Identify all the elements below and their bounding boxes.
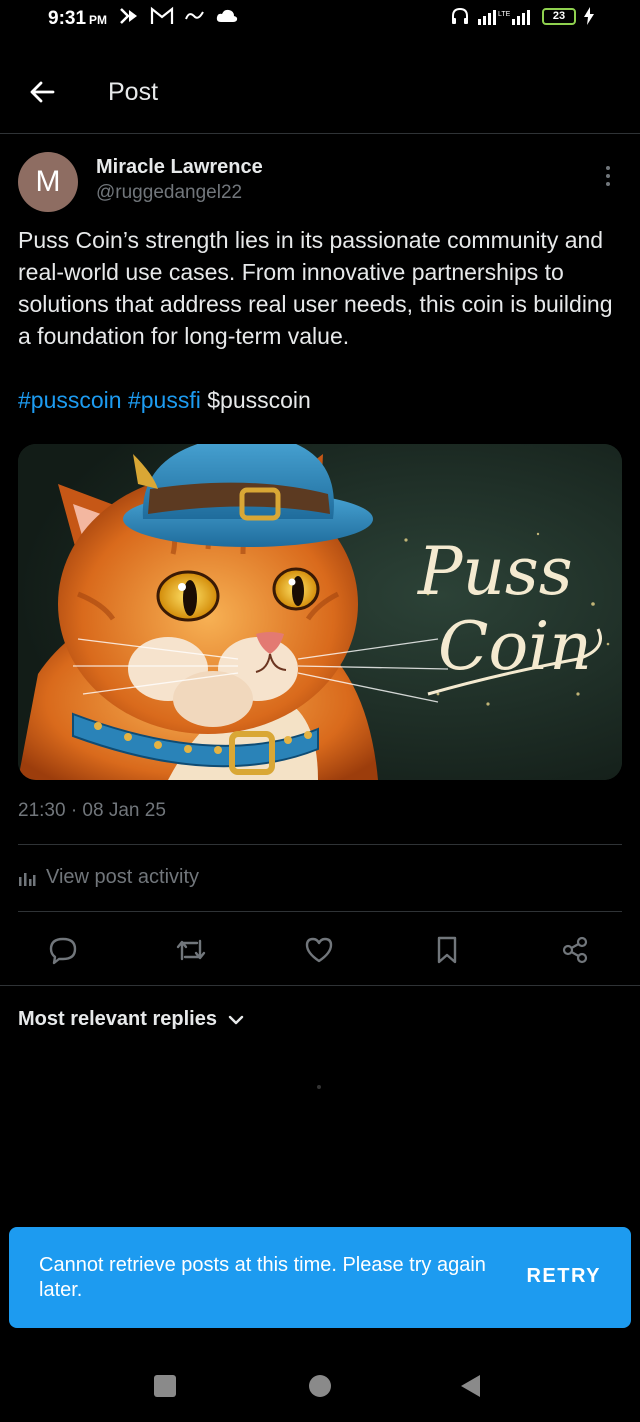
avatar[interactable]: M — [18, 152, 78, 212]
arrow-left-icon — [30, 81, 55, 103]
bar-chart-icon — [19, 872, 36, 886]
signal-icon: LTE — [478, 10, 530, 25]
status-time: 9:31 PM — [48, 8, 108, 29]
system-back-button[interactable] — [452, 1368, 488, 1404]
divider — [0, 985, 640, 986]
cashtag-link[interactable]: $pusscoin — [207, 387, 311, 413]
reply-icon — [49, 937, 77, 965]
author-name[interactable]: Miracle Lawrence — [96, 156, 263, 179]
more-options-button[interactable] — [600, 164, 616, 188]
circle-icon — [309, 1375, 331, 1397]
loading-indicator — [317, 1085, 321, 1089]
headphones-icon — [452, 7, 468, 24]
battery-indicator: 23 — [542, 7, 576, 25]
hashtag-link[interactable]: #pusscoin — [18, 387, 122, 413]
post-timestamp: 21:30 · 08 Jan 25 — [18, 800, 166, 821]
image-logo-line1: Puss — [417, 533, 573, 610]
charging-icon — [584, 7, 594, 25]
repost-button[interactable] — [169, 928, 213, 972]
divider — [18, 911, 622, 912]
share-button[interactable] — [553, 928, 597, 972]
replies-sort-label: Most relevant replies — [18, 1008, 217, 1030]
puss-coin-illustration: Puss Coin — [18, 444, 622, 780]
notification-icons — [118, 6, 238, 26]
divider — [18, 844, 622, 845]
cloud-icon — [216, 9, 238, 22]
repost-icon — [176, 939, 206, 961]
svg-text:LTE: LTE — [498, 11, 511, 18]
back-button[interactable] — [24, 74, 60, 110]
system-navigation-bar — [0, 1350, 640, 1422]
view-post-activity[interactable]: View post activity — [18, 866, 199, 889]
share-icon — [562, 936, 588, 964]
post-text: Puss Coin’s strength lies in its passion… — [18, 227, 613, 349]
author-handle[interactable]: @ruggedangel22 — [96, 182, 242, 204]
post-tags: #pusscoin #pussfi $pusscoin — [18, 384, 311, 416]
hashtag-link[interactable]: #pussfi — [128, 387, 201, 413]
reply-button[interactable] — [41, 928, 85, 972]
recents-button[interactable] — [147, 1368, 183, 1404]
gmail-icon — [150, 6, 174, 24]
bookmark-icon — [437, 936, 457, 964]
more-dots-icon — [606, 166, 610, 170]
bookmark-button[interactable] — [425, 928, 469, 972]
post-author: M Miracle Lawrence @ruggedangel22 — [18, 150, 622, 214]
system-icons: LTE 23 — [450, 6, 594, 26]
app-notification-icon — [120, 8, 137, 24]
chevron-down-icon — [228, 1015, 244, 1024]
replies-sort-dropdown[interactable]: Most relevant replies — [18, 1008, 245, 1031]
snackbar-message: Cannot retrieve posts at this time. Plea… — [39, 1254, 486, 1301]
activity-label: View post activity — [46, 866, 200, 888]
post-image[interactable]: Puss Coin — [18, 444, 622, 780]
status-bar: 9:31 PM LTE 23 — [0, 0, 640, 36]
square-icon — [154, 1375, 176, 1397]
heart-icon — [305, 937, 333, 963]
top-app-bar: Post — [0, 56, 640, 134]
error-snackbar: Cannot retrieve posts at this time. Plea… — [9, 1227, 631, 1328]
retry-button[interactable]: RETRY — [526, 1265, 601, 1288]
like-button[interactable] — [297, 928, 341, 972]
post-actions — [18, 928, 622, 972]
triangle-back-icon — [461, 1375, 480, 1397]
home-button[interactable] — [302, 1368, 338, 1404]
page-title: Post — [108, 78, 159, 106]
link-icon — [185, 11, 204, 20]
